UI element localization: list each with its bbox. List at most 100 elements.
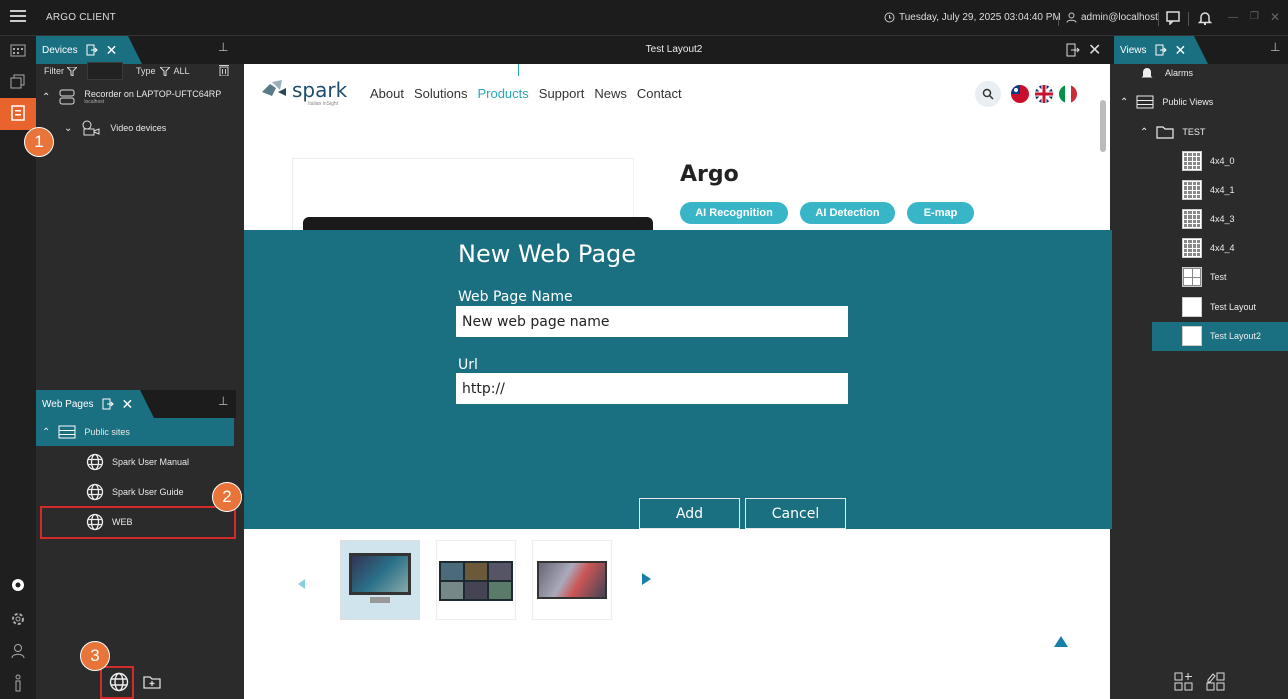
- web-page-name-label: Web Page Name: [458, 289, 573, 305]
- list-icon: [58, 425, 76, 439]
- view-item-label: 4x4_0: [1210, 156, 1235, 166]
- view-item[interactable]: Test Layout: [1182, 297, 1256, 317]
- undock-icon[interactable]: [1155, 44, 1167, 56]
- type-filter[interactable]: Type ALL: [136, 66, 190, 76]
- windows-icon[interactable]: [8, 72, 28, 92]
- pin-icon[interactable]: ⊥: [218, 40, 228, 54]
- filter-input[interactable]: [87, 62, 123, 80]
- view-item-selected[interactable]: Test Layout2: [1182, 326, 1261, 346]
- pin-icon[interactable]: ⊥: [1270, 40, 1280, 54]
- undock-icon[interactable]: [1066, 43, 1080, 57]
- web-page-name-input[interactable]: New web page name: [456, 306, 848, 337]
- nav-products[interactable]: Products: [477, 86, 528, 101]
- close-icon[interactable]: ✕: [106, 42, 118, 59]
- trash-icon[interactable]: [219, 64, 229, 76]
- folder-label: TEST: [1182, 127, 1206, 137]
- single-view-icon: [1182, 326, 1202, 346]
- add-button[interactable]: Add: [639, 498, 740, 529]
- type-value: ALL: [173, 66, 190, 76]
- public-views-node[interactable]: ⌃ Public Views: [1120, 95, 1213, 109]
- view-item[interactable]: Test: [1182, 267, 1227, 287]
- chevron-up-icon[interactable]: ⌃: [42, 92, 50, 103]
- restore-icon[interactable]: ❐: [1250, 11, 1259, 22]
- separator: [1188, 12, 1189, 26]
- add-folder-icon[interactable]: [143, 675, 161, 689]
- minimize-icon[interactable]: —: [1228, 12, 1238, 23]
- nav-support[interactable]: Support: [539, 86, 585, 101]
- hamburger-menu-icon[interactable]: [10, 9, 26, 23]
- carousel-prev-icon[interactable]: [298, 579, 305, 589]
- view-item[interactable]: 4x4_0: [1182, 151, 1235, 171]
- filter-control[interactable]: Filter: [44, 66, 77, 76]
- tab-devices[interactable]: Devices ✕: [36, 36, 142, 64]
- tag-ai-recognition[interactable]: AI Recognition: [680, 202, 788, 224]
- flag-uk-icon[interactable]: [1035, 85, 1053, 103]
- close-icon[interactable]: ✕: [122, 396, 134, 413]
- rail-webpages-active[interactable]: [0, 98, 36, 130]
- cancel-button[interactable]: Cancel: [745, 498, 846, 529]
- undock-icon[interactable]: [86, 44, 98, 56]
- thumbnail[interactable]: [532, 540, 612, 620]
- product-title: Argo: [680, 162, 739, 187]
- globe-icon: [86, 513, 104, 531]
- view-item[interactable]: 4x4_1: [1182, 180, 1235, 200]
- tag-e-map[interactable]: E-map: [907, 202, 974, 224]
- site-search-icon[interactable]: [975, 81, 1001, 107]
- bell-icon[interactable]: [1198, 10, 1212, 25]
- view-item-label: 4x4_3: [1210, 214, 1235, 224]
- flag-taiwan-icon[interactable]: [1011, 85, 1029, 103]
- tag-ai-detection[interactable]: AI Detection: [800, 202, 895, 224]
- tab-web-pages[interactable]: Web Pages ✕: [36, 390, 154, 418]
- undock-icon[interactable]: [102, 398, 114, 410]
- info-icon[interactable]: [8, 673, 28, 693]
- test-folder-node[interactable]: ⌃ TEST: [1140, 125, 1205, 139]
- edit-view-icon[interactable]: [1206, 672, 1226, 692]
- nav-solutions[interactable]: Solutions: [414, 86, 467, 101]
- nav-about[interactable]: About: [370, 86, 404, 101]
- nav-news[interactable]: News: [594, 86, 627, 101]
- gear-icon[interactable]: [8, 609, 28, 629]
- url-input[interactable]: http://: [456, 373, 848, 404]
- chevron-down-icon[interactable]: ⌄: [64, 123, 72, 134]
- public-sites-group[interactable]: ⌃ Public sites: [36, 418, 234, 446]
- flag-italy-icon[interactable]: [1059, 85, 1077, 103]
- view-item[interactable]: 4x4_3: [1182, 209, 1235, 229]
- scroll-top-icon[interactable]: [1054, 636, 1068, 647]
- logo-sub: Italian inSight: [308, 101, 339, 107]
- recorder-node[interactable]: ⌃ Recorder on LAPTOP-UFTC64RP localhost: [42, 88, 221, 106]
- calendar-grid-icon[interactable]: [8, 40, 28, 60]
- alarms-item[interactable]: Alarms: [1141, 66, 1193, 79]
- chevron-up-icon[interactable]: ⌃: [1120, 97, 1128, 108]
- close-icon[interactable]: ✕: [1088, 40, 1101, 60]
- chevron-up-icon[interactable]: ⌃: [42, 427, 50, 438]
- tab-views[interactable]: Views ✕: [1114, 36, 1208, 64]
- alarms-label: Alarms: [1165, 67, 1194, 78]
- thumbnail[interactable]: [340, 540, 420, 620]
- list-item[interactable]: WEB: [86, 513, 133, 531]
- list-item-label: Spark User Manual: [112, 457, 190, 467]
- carousel-next-icon[interactable]: [642, 573, 651, 585]
- layout-title: Test Layout2: [645, 44, 703, 55]
- chevron-up-icon[interactable]: ⌃: [1140, 127, 1148, 138]
- thumbnail[interactable]: [436, 540, 516, 620]
- user-menu[interactable]: admin@localhost: [1066, 12, 1158, 23]
- nav-contact[interactable]: Contact: [637, 86, 682, 101]
- video-devices-node[interactable]: ⌄ Video devices: [64, 120, 166, 136]
- view-item[interactable]: 4x4_4: [1182, 238, 1235, 258]
- list-item[interactable]: Spark User Guide: [86, 483, 184, 501]
- settings-active-icon[interactable]: [8, 575, 28, 595]
- add-view-icon[interactable]: [1174, 672, 1194, 692]
- list-item[interactable]: Spark User Manual: [86, 453, 189, 471]
- close-window-icon[interactable]: ✕: [1270, 10, 1280, 24]
- person-icon[interactable]: [8, 641, 28, 661]
- grid-4x4-icon: [1182, 238, 1202, 258]
- url-label: Url: [458, 357, 478, 373]
- close-icon[interactable]: ✕: [1175, 42, 1187, 59]
- web-scrollbar[interactable]: [1100, 100, 1106, 152]
- recorder-name: Recorder on LAPTOP-UFTC64RP: [84, 89, 222, 99]
- chat-icon[interactable]: [1166, 11, 1180, 25]
- add-web-page-globe-icon[interactable]: [109, 672, 129, 692]
- pin-icon[interactable]: ⊥: [218, 394, 228, 408]
- app-title: ARGO CLIENT: [46, 12, 116, 23]
- divider: [518, 64, 519, 76]
